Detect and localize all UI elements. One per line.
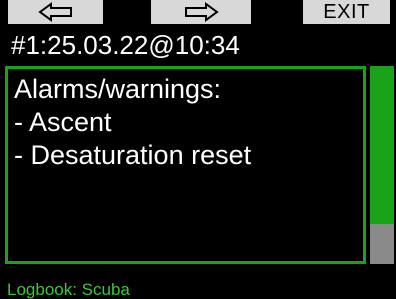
previous-button[interactable] (8, 0, 103, 24)
alarm-item-desaturation-reset: - Desaturation reset (14, 140, 252, 170)
scrollbar-thumb[interactable] (370, 66, 394, 224)
next-button[interactable] (151, 0, 251, 24)
scrollbar[interactable] (370, 66, 394, 264)
alarms-list: Alarms/warnings: - Ascent - Desaturation… (14, 73, 251, 172)
softkey-bar: EXIT (0, 0, 396, 26)
exit-button[interactable]: EXIT (303, 0, 390, 24)
alarms-heading: Alarms/warnings: (14, 74, 222, 104)
arrow-right-icon (185, 2, 219, 22)
exit-button-label: EXIT (323, 0, 370, 23)
arrow-left-icon (37, 2, 72, 22)
alarm-item-ascent: - Ascent (14, 107, 112, 137)
dive-title: #1:25.03.22@10:34 (11, 30, 240, 60)
footer-label: Logbook: Scuba (7, 280, 130, 299)
